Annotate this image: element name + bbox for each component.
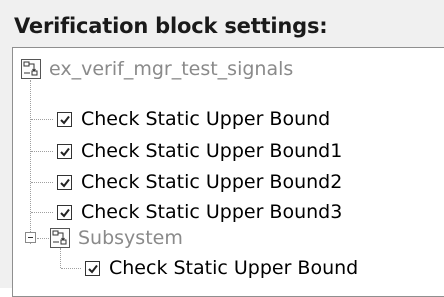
checkbox-checked[interactable]: [57, 111, 72, 127]
tree-node-subsystem[interactable]: Subsystem: [50, 221, 183, 255]
tree-item-label: Check Static Upper Bound1: [81, 140, 343, 162]
checkbox-checked[interactable]: [57, 143, 72, 159]
tree-item-label: Check Static Upper Bound: [81, 108, 331, 130]
tree-node-subsystem-label: Subsystem: [78, 227, 183, 249]
tree-item-label: Check Static Upper Bound2: [81, 171, 343, 193]
subsystem-icon: [50, 228, 70, 248]
verification-settings-panel: Verification block settings: ex_verif_mg…: [0, 0, 444, 297]
tree-node-root[interactable]: ex_verif_mgr_test_signals: [21, 52, 293, 86]
tree-item[interactable]: Check Static Upper Bound2: [57, 165, 342, 199]
tree-connector: [31, 182, 53, 183]
checkbox-checked[interactable]: [85, 260, 100, 276]
tree-connector: [37, 238, 49, 239]
tree-connector: [31, 119, 53, 120]
tree-item[interactable]: Check Static Upper Bound1: [57, 134, 342, 168]
tree-connector: [61, 268, 81, 269]
tree-item-label: Check Static Upper Bound: [109, 257, 359, 279]
tree-item-label: Check Static Upper Bound3: [81, 201, 343, 223]
tree-connector: [31, 151, 53, 152]
collapse-toggle[interactable]: [25, 232, 36, 243]
verification-tree[interactable]: ex_verif_mgr_test_signals Check Static U…: [12, 47, 444, 297]
tree-connector: [31, 212, 53, 213]
model-icon: [21, 59, 41, 79]
tree-item[interactable]: Check Static Upper Bound: [85, 251, 358, 285]
checkbox-checked[interactable]: [57, 174, 72, 190]
panel-title: Verification block settings:: [14, 14, 328, 38]
tree-node-root-label: ex_verif_mgr_test_signals: [49, 58, 294, 80]
tree-item[interactable]: Check Static Upper Bound: [57, 102, 330, 136]
checkbox-checked[interactable]: [57, 204, 72, 220]
tree-connector: [30, 80, 31, 244]
